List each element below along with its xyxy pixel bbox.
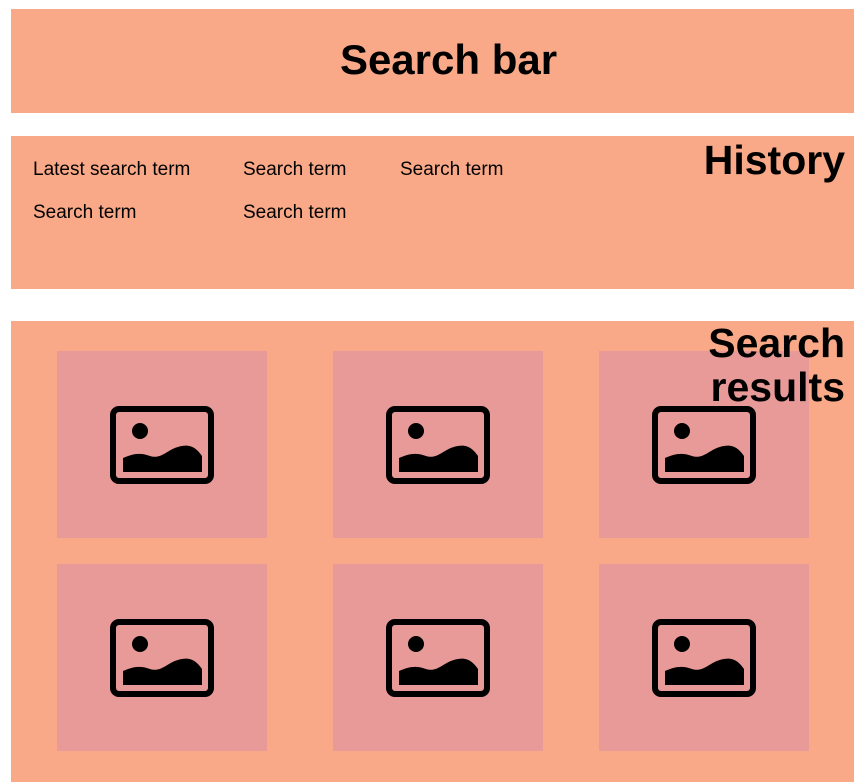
search-result-tile[interactable] [57,351,267,538]
search-result-tile[interactable] [57,564,267,751]
search-results-panel: Search results [11,321,854,782]
image-icon [386,618,490,697]
history-heading: History [703,137,845,183]
history-term-latest[interactable]: Latest search term [33,159,190,181]
image-icon [110,405,214,484]
history-term[interactable]: Search term [33,202,136,224]
search-results-heading-text: Search results [708,320,845,410]
image-icon [110,618,214,697]
search-bar-panel[interactable]: Search bar [11,9,854,113]
search-result-tile[interactable] [333,564,543,751]
image-icon [386,405,490,484]
history-panel: History Latest search term Search term S… [11,136,854,289]
history-term[interactable]: Search term [400,159,503,181]
search-result-tile[interactable] [599,564,809,751]
history-term[interactable]: Search term [243,159,346,181]
search-bar-label: Search bar [339,36,558,83]
image-icon [652,405,756,484]
history-term[interactable]: Search term [243,202,346,224]
search-results-heading: Search results [685,321,845,409]
image-icon [652,618,756,697]
search-result-tile[interactable] [333,351,543,538]
